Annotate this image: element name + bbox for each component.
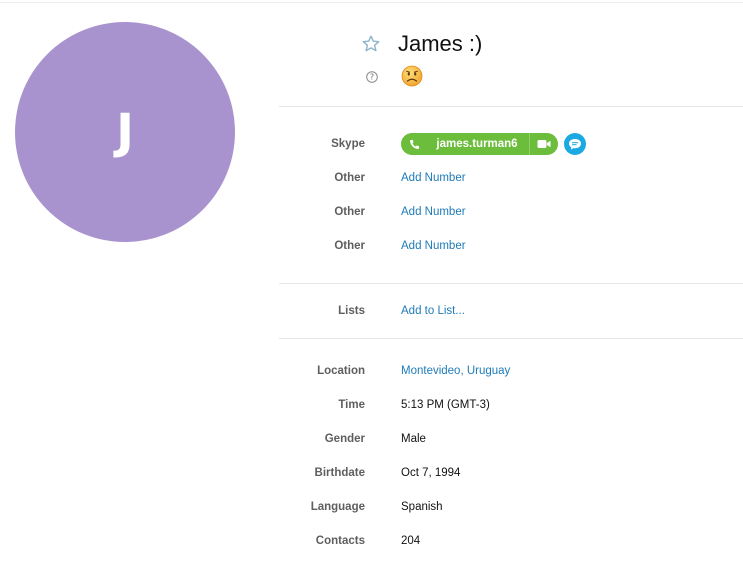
time-label: Time xyxy=(338,399,365,411)
add-number-link[interactable]: Add Number xyxy=(401,202,466,222)
location-row: Location Montevideo, Uruguay xyxy=(279,361,743,381)
section-divider xyxy=(279,283,743,284)
contacts-row: Contacts 204 xyxy=(279,531,743,551)
gender-label: Gender xyxy=(324,433,365,445)
add-number-link[interactable]: Add Number xyxy=(401,168,466,188)
language-row: Language Spanish xyxy=(279,497,743,517)
phone-label: Other xyxy=(334,240,365,252)
birthdate-value: Oct 7, 1994 xyxy=(401,467,461,479)
location-label: Location xyxy=(317,365,365,377)
contact-name: James :) xyxy=(398,31,483,56)
section-divider xyxy=(279,106,743,107)
phone-call-icon[interactable] xyxy=(401,133,427,155)
phone-row: Other Add Number xyxy=(279,236,743,256)
gender-row: Gender Male xyxy=(279,429,743,449)
phone-row: Other Add Number xyxy=(279,168,743,188)
lists-label: Lists xyxy=(338,305,365,317)
contacts-label: Contacts xyxy=(315,535,365,547)
language-value: Spanish xyxy=(401,501,443,513)
question-help-icon[interactable]: ? xyxy=(366,70,378,83)
svg-text:?: ? xyxy=(370,73,374,82)
avatar: J xyxy=(15,22,235,242)
phone-row: Other Add Number xyxy=(279,202,743,222)
language-label: Language xyxy=(310,501,365,513)
section-divider xyxy=(279,338,743,339)
favorite-star-icon[interactable] xyxy=(361,34,381,54)
phone-label: Other xyxy=(334,172,365,184)
skype-call-pill: james.turman6 xyxy=(401,133,558,155)
local-time-value: 5:13 PM (GMT-3) xyxy=(401,399,490,411)
skype-label: Skype xyxy=(331,138,365,150)
skype-username-button[interactable]: james.turman6 xyxy=(427,133,529,155)
sad-face-emoticon-icon xyxy=(401,65,423,87)
top-divider xyxy=(0,2,743,3)
video-call-icon[interactable] xyxy=(530,133,558,155)
lists-row: Lists Add to List... xyxy=(279,301,743,321)
add-number-link[interactable]: Add Number xyxy=(401,236,466,256)
contact-profile-panel: J James :) ? Skype james.turman6 Other A… xyxy=(0,0,743,561)
gender-value: Male xyxy=(401,433,426,445)
birthdate-label: Birthdate xyxy=(314,467,365,479)
time-row: Time 5:13 PM (GMT-3) xyxy=(279,395,743,415)
chat-message-icon[interactable] xyxy=(564,133,586,155)
phone-label: Other xyxy=(334,206,365,218)
avatar-initial: J xyxy=(116,104,134,160)
birthdate-row: Birthdate Oct 7, 1994 xyxy=(279,463,743,483)
location-link[interactable]: Montevideo, Uruguay xyxy=(401,361,510,381)
contacts-count-value: 204 xyxy=(401,535,421,547)
add-to-list-link[interactable]: Add to List... xyxy=(401,301,465,321)
